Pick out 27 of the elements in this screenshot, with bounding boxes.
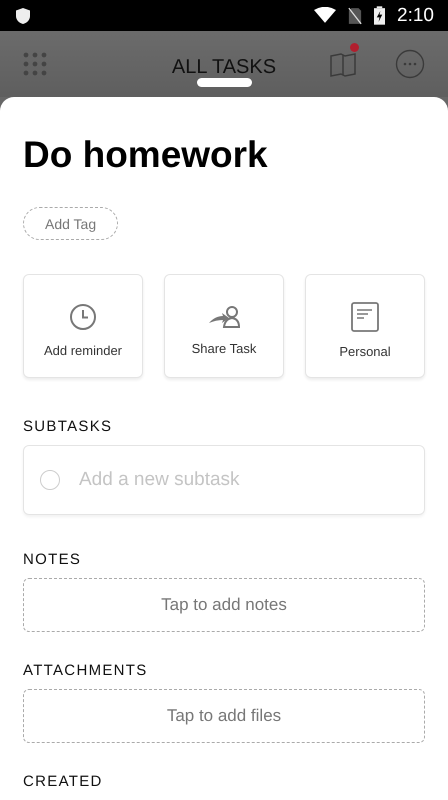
action-card[interactable]: Add reminder <box>23 274 143 378</box>
no-sim-icon <box>348 6 362 24</box>
section-heading: CREATED <box>23 773 103 790</box>
subtask-input-field[interactable]: Add a new subtask <box>23 445 425 515</box>
action-card[interactable]: Share Task <box>164 274 284 378</box>
share-person-icon <box>207 304 241 328</box>
shield-icon <box>15 6 31 24</box>
more-options-icon[interactable] <box>395 49 425 79</box>
grid-menu-icon[interactable] <box>23 52 47 76</box>
radio-circle-icon <box>40 470 60 490</box>
add-tag-button[interactable]: Add Tag <box>23 207 118 240</box>
drag-handle[interactable] <box>197 78 252 87</box>
section-heading: NOTES <box>23 551 82 568</box>
section-heading: ATTACHMENTS <box>23 662 148 679</box>
action-card[interactable]: Personal <box>305 274 425 378</box>
add-notes-button[interactable]: Tap to add notes <box>23 578 425 632</box>
screen-title: ALL TASKS <box>172 56 276 79</box>
wifi-icon <box>314 7 336 24</box>
clock-time: 2:10 <box>397 4 434 26</box>
section-heading: SUBTASKS <box>23 418 112 435</box>
clock-icon <box>69 302 97 330</box>
book-button[interactable] <box>329 50 357 78</box>
battery-charging-icon <box>374 6 386 25</box>
subtask-text-input[interactable]: Add a new subtask <box>77 468 381 492</box>
document-icon <box>351 302 379 332</box>
add-files-button[interactable]: Tap to add files <box>23 689 425 743</box>
task-title: Do homework <box>23 133 268 177</box>
